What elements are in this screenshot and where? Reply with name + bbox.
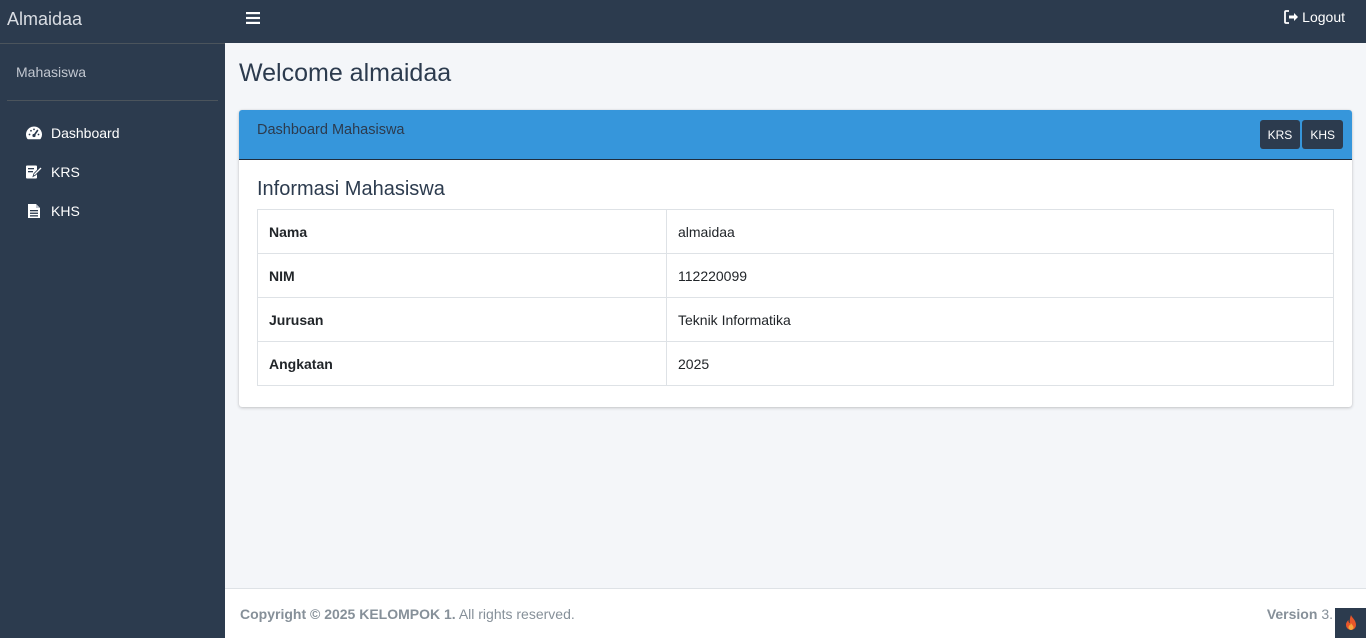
row-label: Nama [257,209,667,254]
card-tools: KRS KHS [1259,120,1343,149]
sidebar-nav: Dashboard KRS KHS [0,101,225,230]
sidebar-item-khs[interactable]: KHS [0,191,225,230]
table-row: Nama almaidaa [257,209,1334,254]
logout-button[interactable]: Logout [1284,9,1345,25]
page-title: Welcome almaidaa [239,59,452,87]
card-body: Informasi Mahasiswa Nama almaidaa NIM 11… [239,160,1352,404]
row-label: NIM [257,253,667,298]
row-value: 2025 [666,341,1334,386]
row-value: almaidaa [666,209,1334,254]
khs-button[interactable]: KHS [1302,120,1343,149]
logout-label: Logout [1302,9,1345,25]
edit-icon [25,163,43,181]
file-text-icon [25,202,43,220]
row-value: Teknik Informatika [666,297,1334,342]
sign-out-icon [1284,10,1299,24]
version-text: Version 3. [1267,606,1333,622]
copyright-bold: Copyright © 2025 KELOMPOK 1. [240,606,456,622]
menu-toggle-icon[interactable] [246,11,260,24]
tachometer-icon [25,124,43,142]
dashboard-card: Dashboard Mahasiswa KRS KHS Informasi Ma… [239,110,1352,407]
user-role: Mahasiswa [16,64,87,80]
sidebar-item-label: KRS [51,163,80,180]
version-value: 3. [1321,606,1333,622]
sidebar: Almaidaa Mahasiswa Dashboard KRS KHS [0,0,225,638]
main-content: Welcome almaidaa Dashboard Mahasiswa KRS… [225,43,1366,588]
copyright-rest: All rights reserved. [458,606,575,622]
user-panel: Mahasiswa [7,44,218,101]
student-info-table: Nama almaidaa NIM 112220099 Jurusan Tekn… [257,209,1334,386]
top-navbar: Logout [225,0,1366,43]
row-label: Angkatan [257,341,667,386]
row-label: Jurusan [257,297,667,342]
table-row: Jurusan Teknik Informatika [257,297,1334,342]
card-title: Dashboard Mahasiswa [257,122,405,138]
fire-icon[interactable] [1335,608,1366,638]
card-header: Dashboard Mahasiswa KRS KHS [239,110,1352,160]
brand-name[interactable]: Almaidaa [0,0,225,44]
version-label: Version [1266,606,1318,622]
section-title: Informasi Mahasiswa [257,178,445,200]
krs-button[interactable]: KRS [1259,120,1301,149]
table-row: NIM 112220099 [257,253,1334,298]
sidebar-item-label: Dashboard [51,124,120,141]
row-value: 112220099 [666,253,1334,298]
table-row: Angkatan 2025 [257,341,1334,386]
copyright-text: Copyright © 2025 KELOMPOK 1. All rights … [240,606,575,622]
sidebar-item-label: KHS [51,202,80,219]
sidebar-item-krs[interactable]: KRS [0,152,225,191]
sidebar-item-dashboard[interactable]: Dashboard [0,113,225,152]
footer: Copyright © 2025 KELOMPOK 1. All rights … [225,588,1366,638]
